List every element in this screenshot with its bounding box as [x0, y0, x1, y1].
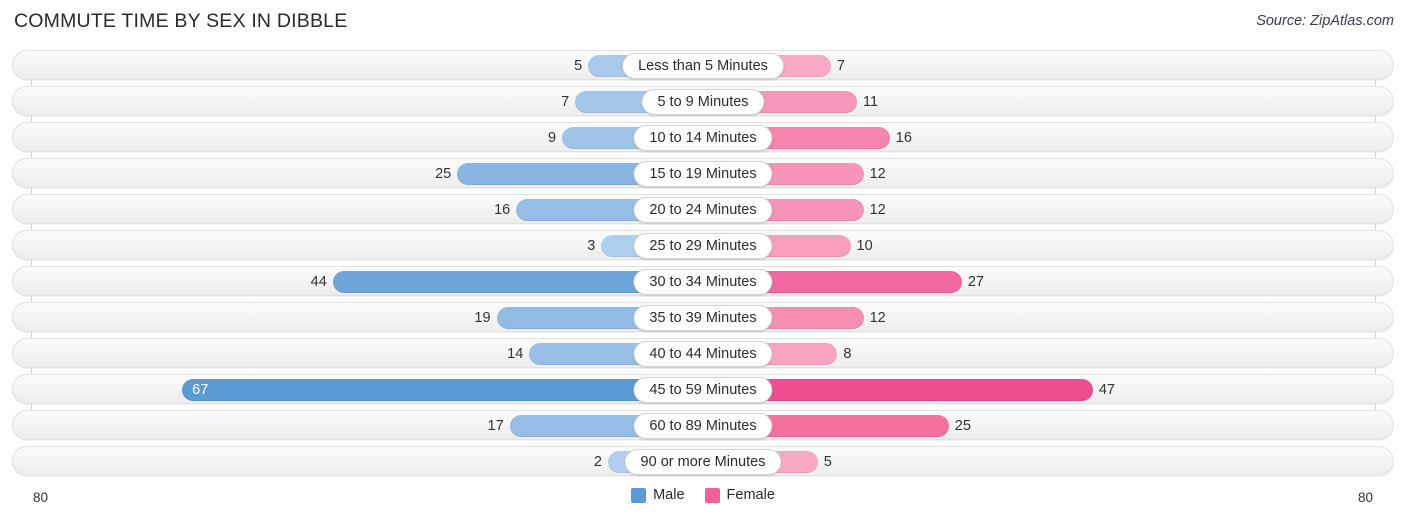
- bar-row[interactable]: 16 12 20 to 24 Minutes: [12, 194, 1394, 224]
- bar-row[interactable]: 3 10 25 to 29 Minutes: [12, 230, 1394, 260]
- legend-swatch-female-icon: [704, 487, 720, 503]
- bar-row[interactable]: 67 47 45 to 59 Minutes: [12, 374, 1394, 404]
- male-value-label: 44: [310, 274, 327, 290]
- plot-area: 5 7 Less than 5 Minutes 7 11 5 to 9 Minutes 9 1…: [0, 50, 1406, 505]
- legend-swatch-male-icon: [631, 487, 647, 503]
- male-value-label: 19: [474, 310, 491, 326]
- bar-row[interactable]: 2 5 90 or more Minutes: [12, 446, 1394, 476]
- legend: Male Female: [0, 487, 1406, 503]
- bar-row[interactable]: 44 27 30 to 34 Minutes: [12, 266, 1394, 296]
- chart-root: COMMUTE TIME BY SEX IN DIBBLE Source: Zi…: [0, 0, 1406, 522]
- legend-label-female: Female: [726, 487, 775, 503]
- female-value-label: 25: [954, 418, 971, 434]
- male-value-label: 14: [507, 346, 524, 362]
- category-label-pill[interactable]: 5 to 9 Minutes: [641, 89, 765, 115]
- female-value-label: 10: [856, 238, 873, 254]
- source-attribution: Source: ZipAtlas.com: [1256, 13, 1394, 29]
- female-value-label: 12: [869, 202, 886, 218]
- category-label-pill[interactable]: 35 to 39 Minutes: [633, 305, 773, 331]
- female-value-label: 12: [869, 166, 886, 182]
- category-label-pill[interactable]: Less than 5 Minutes: [622, 53, 784, 79]
- female-value-label: 8: [843, 346, 852, 362]
- bar-row[interactable]: 17 25 60 to 89 Minutes: [12, 410, 1394, 440]
- male-value-label: 2: [593, 454, 602, 470]
- bar-row[interactable]: 7 11 5 to 9 Minutes: [12, 86, 1394, 116]
- category-label-pill[interactable]: 45 to 59 Minutes: [633, 377, 773, 403]
- category-label-pill[interactable]: 20 to 24 Minutes: [633, 197, 773, 223]
- category-label-pill[interactable]: 10 to 14 Minutes: [633, 125, 773, 151]
- male-value-label: 3: [587, 238, 596, 254]
- category-label-pill[interactable]: 30 to 34 Minutes: [633, 269, 773, 295]
- female-value-label: 16: [895, 130, 912, 146]
- bar-row-list: 5 7 Less than 5 Minutes 7 11 5 to 9 Minutes 9 1…: [0, 50, 1406, 482]
- male-value-label: 16: [494, 202, 511, 218]
- female-value-label: 11: [863, 94, 879, 110]
- bar-row[interactable]: 19 12 35 to 39 Minutes: [12, 302, 1394, 332]
- female-value-label: 12: [869, 310, 886, 326]
- bar-row[interactable]: 14 8 40 to 44 Minutes: [12, 338, 1394, 368]
- legend-item-female[interactable]: Female: [704, 487, 775, 503]
- legend-label-male: Male: [653, 487, 685, 503]
- bar-row[interactable]: 25 12 15 to 19 Minutes: [12, 158, 1394, 188]
- female-value-label: 27: [967, 274, 984, 290]
- male-bar[interactable]: [182, 379, 703, 401]
- category-label-pill[interactable]: 15 to 19 Minutes: [633, 161, 773, 187]
- page-title: COMMUTE TIME BY SEX IN DIBBLE: [14, 10, 348, 32]
- bar-row[interactable]: 9 16 10 to 14 Minutes: [12, 122, 1394, 152]
- male-value-label: 17: [487, 418, 504, 434]
- category-label-pill[interactable]: 40 to 44 Minutes: [633, 341, 773, 367]
- male-value-label: 5: [574, 58, 583, 74]
- category-label-pill[interactable]: 60 to 89 Minutes: [633, 413, 773, 439]
- female-value-label: 7: [836, 58, 845, 74]
- bar-row[interactable]: 5 7 Less than 5 Minutes: [12, 50, 1394, 80]
- legend-item-male[interactable]: Male: [631, 487, 685, 503]
- category-label-pill[interactable]: 25 to 29 Minutes: [633, 233, 773, 259]
- category-label-pill[interactable]: 90 or more Minutes: [624, 449, 782, 475]
- female-value-label: 5: [823, 454, 832, 470]
- male-value-label: 9: [547, 130, 557, 146]
- female-value-label: 47: [1098, 382, 1115, 398]
- male-value-label: 25: [435, 166, 452, 182]
- male-value-label: 67: [192, 382, 209, 398]
- male-value-label: 7: [561, 94, 570, 110]
